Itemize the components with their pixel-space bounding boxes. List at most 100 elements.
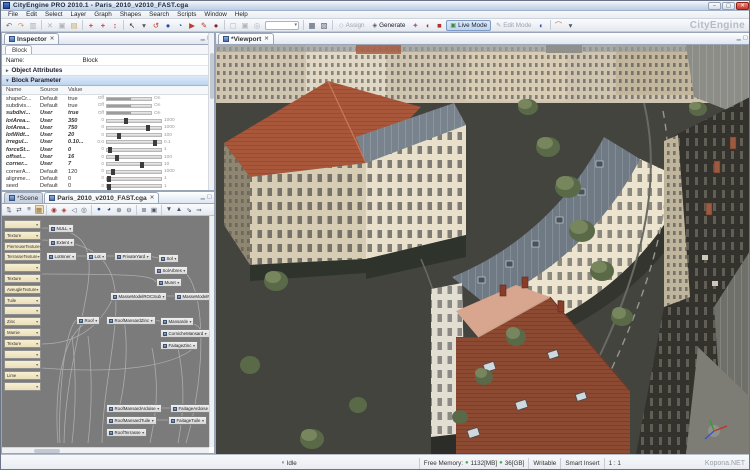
rule-node[interactable]: MasseModelROCSub▾ — [110, 292, 167, 301]
stop-icon[interactable]: ■ — [434, 20, 445, 31]
shield-icon[interactable]: ◈ — [60, 205, 69, 214]
rule-node[interactable]: RoofMansardTuile▾ — [106, 416, 157, 425]
assign-button[interactable]: ◇Assign — [336, 20, 368, 31]
inspector-scrollbar[interactable] — [208, 33, 214, 190]
perspective-icon[interactable]: ▦ — [307, 20, 318, 31]
attribute-node[interactable]: ▾ — [4, 360, 41, 369]
tab-cga-file[interactable]: Paris_2010_v2010_FAST.cga ✕ — [44, 192, 159, 203]
zoom-in-icon[interactable]: ⊕ — [115, 205, 124, 214]
menu-select[interactable]: Select — [41, 11, 67, 18]
close-icon[interactable]: ✕ — [736, 2, 749, 10]
rule-node[interactable]: Lot▾ — [86, 252, 107, 261]
menu-layer[interactable]: Layer — [67, 11, 91, 18]
attribute-node[interactable]: ▾ — [4, 220, 41, 229]
section-block-parameter[interactable]: ▾ Block Parameter — [2, 76, 214, 86]
close-icon[interactable]: ✕ — [264, 36, 269, 42]
minimize-panel-icon[interactable]: ▁ — [201, 194, 205, 200]
rotate-icon[interactable]: ↺ — [151, 20, 162, 31]
camera-icon[interactable]: ◎ — [252, 20, 263, 31]
slider-handle[interactable] — [111, 169, 115, 175]
pick-icon[interactable]: ▶ — [187, 20, 198, 31]
menu-scripts[interactable]: Scripts — [173, 11, 200, 18]
select-arrow-icon[interactable]: ↖ — [127, 20, 138, 31]
section-object-attributes[interactable]: ▸ Object Attributes — [2, 66, 214, 76]
minimize-panel-icon[interactable]: ▁ — [201, 35, 205, 41]
run-icon[interactable]: ◉ — [50, 205, 59, 214]
rule-node[interactable]: SolArbres▾ — [154, 266, 188, 275]
expand-icon[interactable]: ▲ — [175, 205, 184, 214]
list-icon[interactable]: ≣ — [140, 205, 149, 214]
tab-viewport[interactable]: *Viewport ✕ — [218, 33, 274, 44]
tab-scene[interactable]: *Scene — [4, 192, 43, 203]
orbit-icon[interactable]: ◔ — [175, 20, 186, 31]
viewport-3d-canvas[interactable] — [216, 45, 750, 453]
menu-help[interactable]: Help — [231, 11, 252, 18]
rule-node[interactable]: Muret▾ — [156, 278, 182, 287]
edit-mode-button[interactable]: ✎Edit Mode — [493, 20, 534, 31]
slider-handle[interactable] — [146, 125, 150, 131]
name-value-field[interactable]: Block — [83, 57, 98, 64]
rule-node[interactable]: NULL▾ — [48, 224, 74, 233]
grid-icon[interactable]: ▦ — [35, 205, 44, 214]
rule-node[interactable]: RoofMansardArdoise▾ — [106, 404, 162, 413]
magnet-caret-icon[interactable]: ▾ — [565, 20, 576, 31]
tab-block[interactable]: Block — [5, 45, 32, 54]
rule-node[interactable]: FaitageArdoise▾ — [170, 404, 209, 413]
rule-node[interactable]: FaitageTuile▾ — [168, 416, 207, 425]
param-slider[interactable] — [106, 155, 162, 159]
move-z-icon[interactable]: ↕ — [110, 20, 121, 31]
sphere-icon[interactable]: ● — [163, 20, 174, 31]
redo-icon[interactable]: ↷ — [16, 20, 27, 31]
paste-icon[interactable]: ▤ — [69, 20, 80, 31]
rule-node[interactable]: FaitageZinc▾ — [160, 341, 198, 350]
attribute-node[interactable]: AveugleTexture▾ — [4, 285, 41, 294]
search-icon[interactable]: ◎ — [80, 205, 89, 214]
attribute-node[interactable]: Texture▾ — [4, 274, 41, 283]
generate-button[interactable]: ◈Generate — [370, 20, 409, 31]
save-icon[interactable]: ▥ — [28, 20, 39, 31]
slider-handle[interactable] — [124, 118, 128, 124]
menu-search[interactable]: Search — [145, 11, 173, 18]
rule-node[interactable]: CornicheMansard▾ — [160, 329, 209, 338]
tab-inspector[interactable]: Inspector ✕ — [4, 33, 59, 44]
close-icon[interactable]: ✕ — [150, 195, 155, 201]
maximize-icon[interactable]: ▢ — [722, 2, 735, 10]
paint-icon[interactable]: ● — [211, 20, 222, 31]
rule-node[interactable]: PrivateYard▾ — [114, 252, 152, 261]
minimize-icon[interactable]: – — [708, 2, 721, 10]
toggle-switch[interactable] — [106, 97, 152, 101]
collapse-icon[interactable]: ▼ — [165, 205, 174, 214]
param-slider[interactable] — [106, 126, 162, 130]
attribute-node[interactable]: ▾ — [4, 263, 41, 272]
rule-node[interactable]: Mansarde▾ — [160, 317, 194, 326]
users-icon[interactable]: ◕ — [105, 205, 114, 214]
attribute-node[interactable]: ▾ — [4, 382, 41, 391]
duplicate-icon[interactable]: ▣ — [150, 205, 159, 214]
menu-window[interactable]: Window — [200, 11, 230, 18]
cut-icon[interactable]: ✕ — [45, 20, 56, 31]
scroll-thumb[interactable] — [34, 449, 60, 453]
toggle-switch[interactable] — [106, 111, 152, 115]
frame-icon[interactable]: ▢ — [228, 20, 239, 31]
menu-edit[interactable]: Edit — [22, 11, 41, 18]
attribute-node[interactable]: Texture▾ — [4, 231, 41, 240]
slider-handle[interactable] — [117, 133, 121, 139]
move-x-icon[interactable]: + — [86, 20, 97, 31]
attribute-node[interactable]: ▾ — [4, 306, 41, 315]
param-slider[interactable] — [106, 119, 162, 123]
rule-node[interactable]: RoofMansardZinc▾ — [106, 316, 156, 325]
param-slider[interactable] — [106, 177, 162, 181]
menu-file[interactable]: File — [4, 11, 22, 18]
wand-icon[interactable]: ✦ — [410, 20, 421, 31]
slider-handle[interactable] — [107, 184, 111, 190]
param-slider[interactable] — [106, 148, 162, 152]
arrange-icon[interactable]: ⇘ — [185, 205, 194, 214]
attribute-node[interactable]: ▾ — [4, 350, 41, 359]
attribute-node[interactable]: TerrasseTexture▾ — [4, 252, 41, 261]
attribute-node[interactable]: Tuile▾ — [4, 296, 41, 305]
slider-handle[interactable] — [140, 162, 144, 168]
back-icon[interactable]: ◁ — [70, 205, 79, 214]
param-slider[interactable] — [106, 162, 162, 166]
contrast-icon[interactable]: ◐ — [536, 20, 547, 31]
attribute-node[interactable]: Lime▾ — [4, 371, 41, 380]
